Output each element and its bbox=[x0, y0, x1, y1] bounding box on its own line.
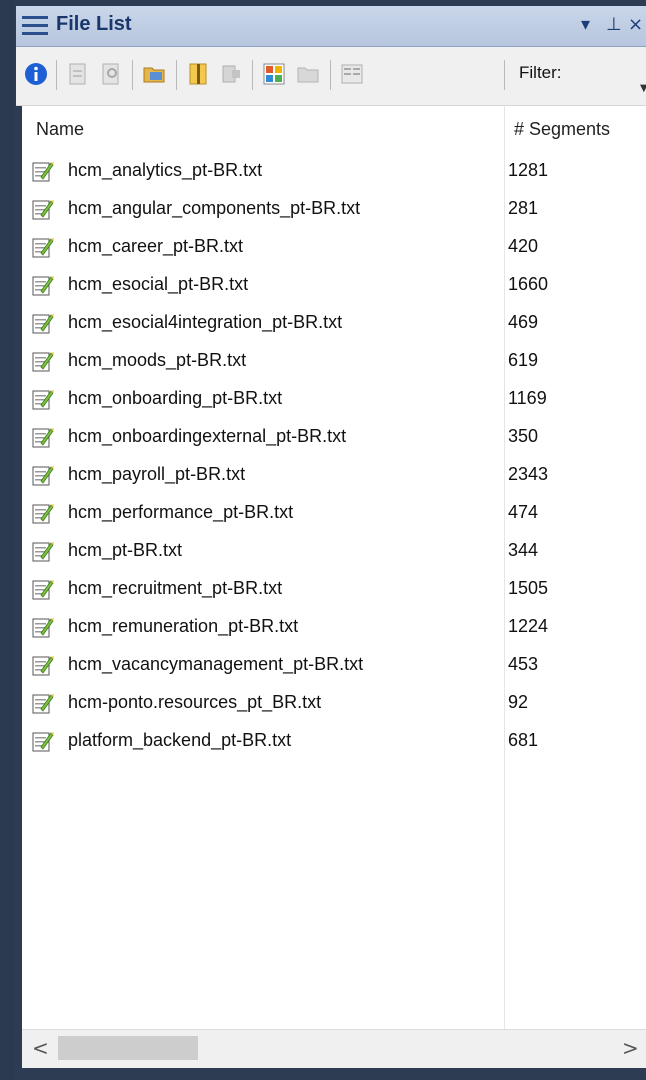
file-name: hcm_pt-BR.txt bbox=[68, 540, 183, 560]
file-row[interactable]: hcm_pt-BR.txt 344 bbox=[22, 532, 646, 570]
panel-titlebar[interactable]: File List ▾ ⊥ × bbox=[16, 6, 646, 47]
toolbar-separator bbox=[132, 60, 133, 90]
text-file-icon bbox=[32, 388, 54, 410]
file-name: platform_backend_pt-BR.txt bbox=[68, 730, 292, 750]
text-file-icon bbox=[32, 502, 54, 524]
dropdown-arrow-icon[interactable]: ▾ bbox=[581, 13, 590, 37]
toolbar-separator bbox=[252, 60, 253, 90]
split-view-icon[interactable] bbox=[340, 62, 364, 86]
file-row[interactable]: hcm_esocial4integration_pt-BR.txt 469 bbox=[22, 304, 646, 342]
file-name: hcm_onboardingexternal_pt-BR.txt bbox=[68, 426, 347, 446]
file-name: hcm-ponto.resources_pt_BR.txt bbox=[68, 692, 322, 712]
file-name: hcm_payroll_pt-BR.txt bbox=[68, 464, 246, 484]
column-header-name[interactable]: Name bbox=[36, 119, 84, 140]
text-file-icon bbox=[32, 654, 54, 676]
text-file-icon bbox=[32, 730, 54, 752]
panel-title: File List bbox=[56, 13, 132, 35]
file-segments: 1281 bbox=[508, 160, 549, 180]
open-folder-icon[interactable] bbox=[142, 62, 166, 86]
file-segments: 350 bbox=[508, 426, 539, 446]
file-segments: 1505 bbox=[508, 578, 549, 598]
file-segments: 619 bbox=[508, 350, 539, 370]
file-name: hcm_career_pt-BR.txt bbox=[68, 236, 244, 256]
info-icon[interactable] bbox=[24, 62, 48, 86]
file-segments: 681 bbox=[508, 730, 539, 750]
file-segments: 92 bbox=[508, 692, 529, 712]
file-segments: 2343 bbox=[508, 464, 549, 484]
toolbar: Filter: ▼ bbox=[16, 47, 646, 106]
file-segments: 453 bbox=[508, 654, 539, 674]
close-icon[interactable]: × bbox=[628, 13, 643, 37]
filter-dropdown-icon[interactable]: ▼ bbox=[640, 83, 646, 94]
file-segments: 1660 bbox=[508, 274, 549, 294]
text-file-icon bbox=[32, 160, 54, 182]
toolbar-separator bbox=[176, 60, 177, 90]
scroll-left-arrow[interactable]: < bbox=[32, 1036, 49, 1060]
file-row[interactable]: hcm_onboardingexternal_pt-BR.txt 350 bbox=[22, 418, 646, 456]
file-segments: 281 bbox=[508, 198, 539, 218]
file-segments: 474 bbox=[508, 502, 539, 522]
file-name: hcm_esocial4integration_pt-BR.txt bbox=[68, 312, 343, 332]
file-segments: 469 bbox=[508, 312, 539, 332]
file-row[interactable]: hcm_career_pt-BR.txt 420 bbox=[22, 228, 646, 266]
file-name: hcm_analytics_pt-BR.txt bbox=[68, 160, 263, 180]
file-segments: 1224 bbox=[508, 616, 549, 636]
file-row[interactable]: hcm_payroll_pt-BR.txt 2343 bbox=[22, 456, 646, 494]
new-document-icon[interactable] bbox=[66, 62, 90, 86]
toolbar-separator bbox=[504, 60, 505, 90]
text-file-icon bbox=[32, 274, 54, 296]
scroll-right-arrow[interactable]: > bbox=[622, 1036, 639, 1060]
file-row[interactable]: hcm_esocial_pt-BR.txt 1660 bbox=[22, 266, 646, 304]
file-row[interactable]: hcm_recruitment_pt-BR.txt 1505 bbox=[22, 570, 646, 608]
file-row[interactable]: hcm-ponto.resources_pt_BR.txt 92 bbox=[22, 684, 646, 722]
text-file-icon bbox=[32, 540, 54, 562]
file-name: hcm_vacancymanagement_pt-BR.txt bbox=[68, 654, 364, 674]
file-row[interactable]: hcm_analytics_pt-BR.txt 1281 bbox=[22, 152, 646, 190]
column-header-segments[interactable]: # Segments bbox=[514, 119, 610, 140]
text-file-icon bbox=[32, 464, 54, 486]
file-name: hcm_moods_pt-BR.txt bbox=[68, 350, 247, 370]
text-file-icon bbox=[32, 350, 54, 372]
text-file-icon bbox=[32, 198, 54, 220]
search-document-icon[interactable] bbox=[100, 62, 124, 86]
file-row[interactable]: hcm_moods_pt-BR.txt 619 bbox=[22, 342, 646, 380]
text-file-icon bbox=[32, 236, 54, 258]
export-icon[interactable] bbox=[220, 62, 244, 86]
text-file-icon bbox=[32, 426, 54, 448]
toolbar-separator bbox=[56, 60, 57, 90]
file-segments: 420 bbox=[508, 236, 539, 256]
file-name: hcm_remuneration_pt-BR.txt bbox=[68, 616, 299, 636]
file-name: hcm_recruitment_pt-BR.txt bbox=[68, 578, 283, 598]
file-row[interactable]: hcm_performance_pt-BR.txt 474 bbox=[22, 494, 646, 532]
zip-icon[interactable] bbox=[186, 62, 210, 86]
file-row[interactable]: hcm_onboarding_pt-BR.txt 1169 bbox=[22, 380, 646, 418]
text-file-icon bbox=[32, 616, 54, 638]
toolbar-separator bbox=[330, 60, 331, 90]
file-row[interactable]: hcm_angular_components_pt-BR.txt 281 bbox=[22, 190, 646, 228]
file-list[interactable]: Name # Segments hcm_analytics_pt-BR.txt 1… bbox=[22, 106, 646, 1029]
scroll-thumb[interactable] bbox=[58, 1036, 198, 1060]
file-row[interactable]: platform_backend_pt-BR.txt 681 bbox=[22, 722, 646, 760]
pin-icon[interactable]: ⊥ bbox=[606, 13, 622, 37]
hamburger-menu-icon[interactable] bbox=[22, 14, 48, 38]
file-name: hcm_performance_pt-BR.txt bbox=[68, 502, 294, 522]
folder-icon[interactable] bbox=[296, 62, 320, 86]
filter-label: Filter: bbox=[519, 63, 562, 82]
file-name: hcm_angular_components_pt-BR.txt bbox=[68, 198, 361, 218]
file-name: hcm_onboarding_pt-BR.txt bbox=[68, 388, 283, 408]
file-segments: 1169 bbox=[508, 388, 547, 408]
file-row[interactable]: hcm_remuneration_pt-BR.txt 1224 bbox=[22, 608, 646, 646]
file-name: hcm_esocial_pt-BR.txt bbox=[68, 274, 249, 294]
grid-view-icon[interactable] bbox=[262, 62, 286, 86]
file-row[interactable]: hcm_vacancymanagement_pt-BR.txt 453 bbox=[22, 646, 646, 684]
text-file-icon bbox=[32, 692, 54, 714]
horizontal-scrollbar[interactable]: < > bbox=[22, 1029, 646, 1068]
file-segments: 344 bbox=[508, 540, 539, 560]
text-file-icon bbox=[32, 578, 54, 600]
text-file-icon bbox=[32, 312, 54, 334]
